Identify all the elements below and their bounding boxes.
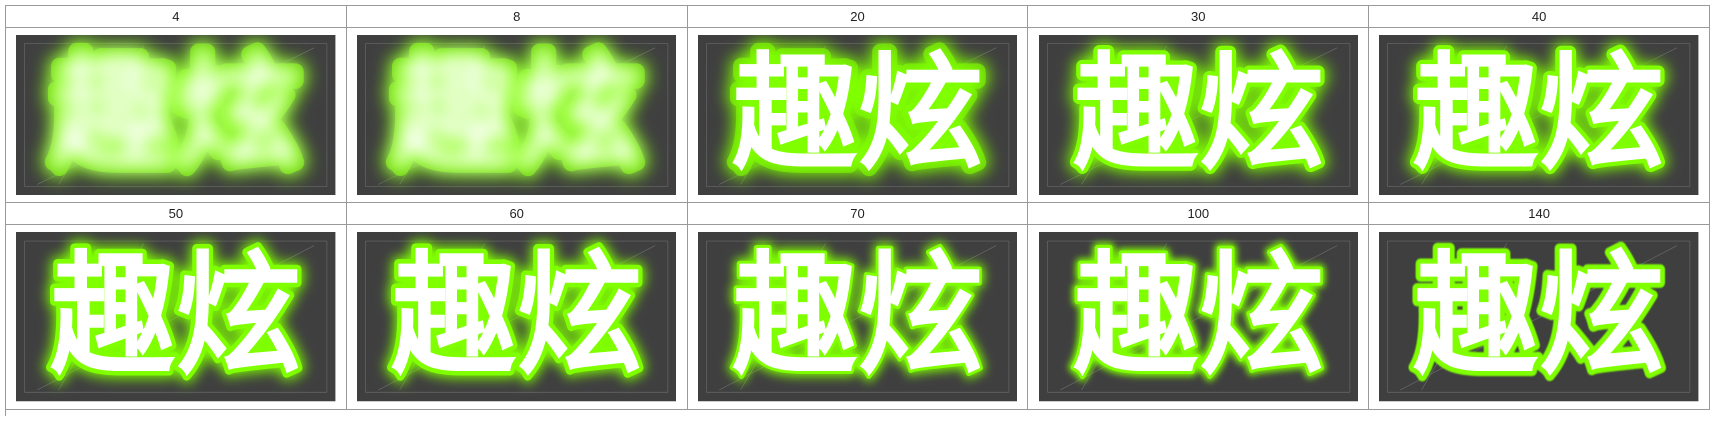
glow-preview-canvas: 趣炫趣炫趣炫 — [16, 232, 336, 402]
glow-preview-canvas: 趣炫趣炫趣炫 — [16, 34, 336, 196]
comparison-table: 4 8 20 30 40 趣炫 趣炫 趣炫 趣炫 趣炫 趣炫 趣炫 趣炫 趣炫 趣炫 趣炫 趣炫… — [5, 5, 1710, 416]
glow-preview-canvas: 趣炫趣炫趣炫 — [697, 232, 1018, 402]
glow-preview-canvas: 趣炫趣炫趣炫 — [1038, 34, 1358, 196]
preview-glyphs: 趣炫 — [1413, 239, 1664, 394]
preview-glyphs: 趣炫 — [391, 41, 642, 188]
column-header-8: 8 — [346, 6, 688, 28]
glow-preview-4: 趣炫 趣炫 趣炫 — [16, 34, 336, 196]
column-header-40: 40 — [1369, 6, 1710, 28]
preview-glyphs: 趣炫 — [1073, 41, 1324, 188]
glow-preview-canvas: 趣炫趣炫趣炫 — [356, 34, 677, 196]
glow-preview-60: 趣炫 趣炫 趣炫 — [356, 232, 677, 402]
preview-glyphs: 趣炫 — [732, 239, 983, 394]
preview-glyphs: 趣炫 — [50, 41, 301, 188]
column-header-60: 60 — [346, 203, 688, 225]
glow-preview-100: 趣炫 趣炫 趣炫 — [1038, 232, 1358, 402]
glow-preview-20: 趣炫 趣炫 趣炫 — [697, 34, 1018, 196]
glow-preview-canvas: 趣炫趣炫趣炫 — [1379, 34, 1699, 196]
preview-glyphs: 趣炫 — [391, 239, 642, 394]
glow-preview-30: 趣炫 趣炫 趣炫 — [1038, 34, 1358, 196]
column-header-30: 30 — [1028, 6, 1370, 28]
column-header-70: 70 — [687, 203, 1029, 225]
glow-preview-canvas: 趣炫趣炫趣炫 — [1379, 232, 1699, 402]
glow-preview-140: 趣炫 趣炫 趣炫 — [1379, 232, 1699, 402]
glow-preview-canvas: 趣炫趣炫趣炫 — [1038, 232, 1358, 402]
preview-glyphs: 趣炫 — [50, 239, 301, 394]
glow-preview-40: 趣炫 趣炫 趣炫 — [1379, 34, 1699, 196]
column-header-140: 140 — [1369, 203, 1710, 225]
preview-glyphs: 趣炫 — [1413, 41, 1664, 188]
glow-preview-70: 趣炫 趣炫 趣炫 — [697, 232, 1018, 402]
glow-preview-canvas: 趣炫趣炫趣炫 — [697, 34, 1018, 196]
column-header-20: 20 — [687, 6, 1029, 28]
glow-preview-50: 趣炫 趣炫 趣炫 — [16, 232, 336, 402]
preview-glyphs: 趣炫 — [1073, 239, 1324, 394]
preview-glyphs: 趣炫 — [732, 41, 983, 188]
glow-preview-canvas: 趣炫趣炫趣炫 — [356, 232, 677, 402]
column-header-4: 4 — [6, 6, 347, 28]
column-header-50: 50 — [6, 203, 347, 225]
column-header-100: 100 — [1028, 203, 1370, 225]
glow-preview-8: 趣炫 趣炫 趣炫 — [356, 34, 677, 196]
